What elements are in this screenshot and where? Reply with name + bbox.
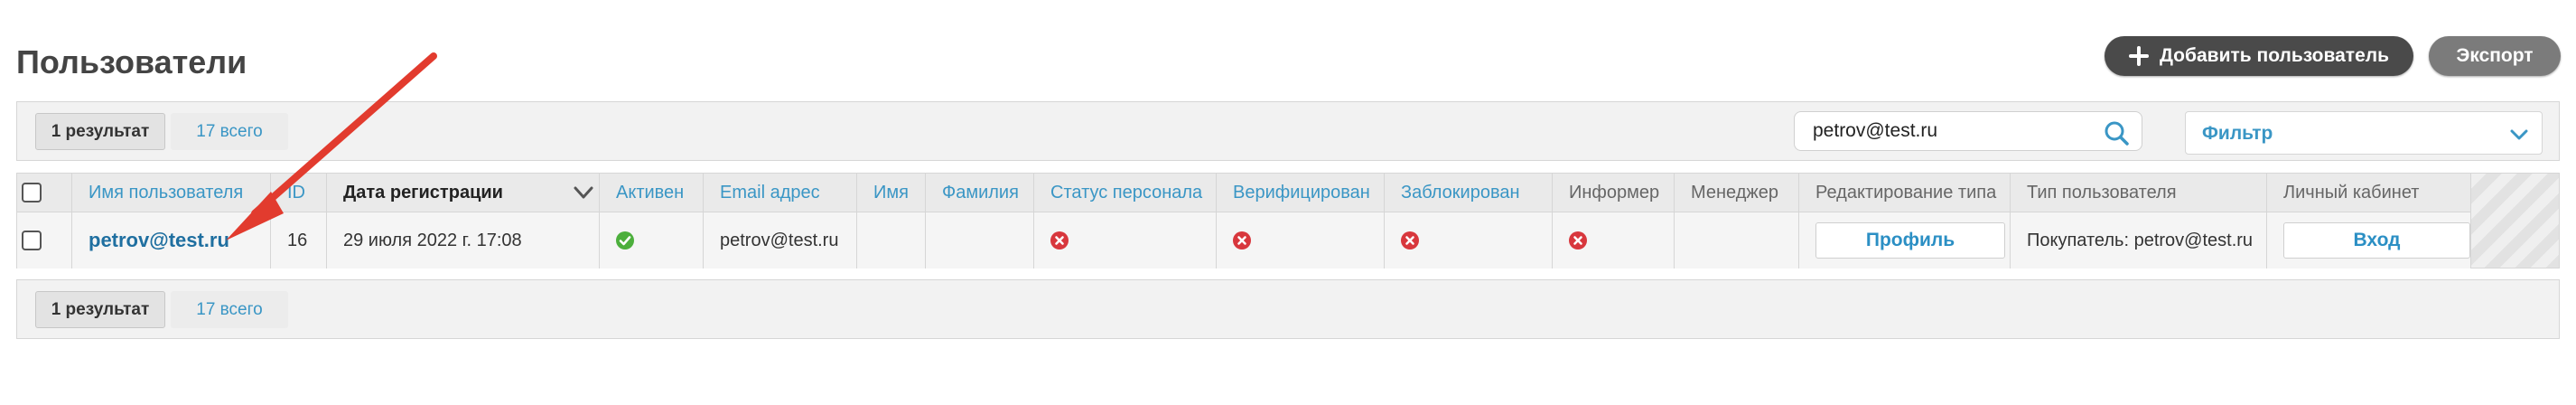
- x-circle-icon: [1233, 231, 1251, 250]
- export-button[interactable]: Экспорт: [2429, 36, 2561, 76]
- col-header-type-edit: Редактирование типа: [1798, 174, 2010, 212]
- show-all-link[interactable]: 17 всего: [171, 113, 288, 150]
- col-header-informer: Информер: [1552, 174, 1674, 212]
- verified-cell: [1216, 212, 1384, 268]
- result-count-badge: 1 результат: [35, 113, 165, 150]
- informer-cell: [1552, 212, 1674, 268]
- row-select-cell: [17, 212, 46, 268]
- result-count-badge: 1 результат: [35, 291, 165, 328]
- filter-dropdown[interactable]: Фильтр: [2185, 111, 2543, 155]
- last-name-cell: [925, 212, 1033, 268]
- filter-label: Фильтр: [2202, 123, 2273, 144]
- scroll-placeholder: [2470, 174, 2559, 268]
- col-header-blocked[interactable]: Заблокирован: [1384, 174, 1552, 212]
- plus-icon: [2128, 46, 2149, 66]
- col-header-cabinet: Личный кабинет: [2266, 174, 2470, 212]
- staff-status-cell: [1033, 212, 1216, 268]
- col-header-registered[interactable]: Дата регистрации: [326, 174, 599, 212]
- search-input[interactable]: [1811, 112, 2082, 150]
- results-toolbar-bottom: 1 результат 17 всего: [16, 279, 2560, 339]
- login-button[interactable]: Вход: [2283, 222, 2470, 259]
- select-all-cell: [17, 174, 46, 212]
- row-checkbox[interactable]: [22, 231, 42, 250]
- user-type-cell: Покупатель: petrov@test.ru: [2010, 212, 2266, 268]
- col-header-staff-status[interactable]: Статус персонала: [1033, 174, 1216, 212]
- first-name-cell: [856, 212, 925, 268]
- x-circle-icon: [1569, 231, 1587, 250]
- id-cell: 16: [270, 212, 326, 268]
- email-cell: petrov@test.ru: [703, 212, 856, 268]
- select-all-checkbox[interactable]: [22, 183, 42, 202]
- col-header-last-name[interactable]: Фамилия: [925, 174, 1033, 212]
- results-toolbar-top: 1 результат 17 всего Фильтр: [16, 101, 2560, 161]
- username-link[interactable]: petrov@test.ru: [71, 212, 270, 268]
- table-row: petrov@test.ru 16 29 июля 2022 г. 17:08 …: [17, 212, 2470, 268]
- sort-desc-icon[interactable]: [574, 185, 593, 200]
- search-icon[interactable]: [2104, 120, 2129, 146]
- add-user-label: Добавить пользователь: [2159, 45, 2390, 66]
- type-edit-cell: Профиль: [1798, 212, 2010, 268]
- x-circle-icon: [1401, 231, 1419, 250]
- search-box: [1794, 111, 2142, 151]
- check-circle-icon: [616, 231, 634, 250]
- blocked-cell: [1384, 212, 1552, 268]
- add-user-button[interactable]: Добавить пользователь: [2105, 36, 2413, 76]
- cabinet-cell: Вход: [2266, 212, 2470, 268]
- col-header-id[interactable]: ID: [270, 174, 326, 212]
- col-header-username[interactable]: Имя пользователя: [71, 174, 270, 212]
- x-circle-icon: [1050, 231, 1069, 250]
- registered-cell: 29 июля 2022 г. 17:08: [326, 212, 599, 268]
- profile-button[interactable]: Профиль: [1815, 222, 2005, 259]
- col-header-active[interactable]: Активен: [599, 174, 703, 212]
- col-header-registered-label: Дата регистрации: [343, 182, 503, 202]
- col-header-email[interactable]: Email адрес: [703, 174, 856, 212]
- table-header: Имя пользователя ID Дата регистрации Акт…: [17, 174, 2470, 212]
- users-admin-page: Пользователи Добавить пользователь Экспо…: [0, 0, 2576, 405]
- col-header-verified[interactable]: Верифицирован: [1216, 174, 1384, 212]
- chevron-down-icon: [2510, 129, 2528, 140]
- col-header-manager: Менеджер: [1674, 174, 1798, 212]
- users-table: Имя пользователя ID Дата регистрации Акт…: [16, 173, 2560, 268]
- manager-cell: [1674, 212, 1798, 268]
- col-header-first-name[interactable]: Имя: [856, 174, 925, 212]
- page-title: Пользователи: [16, 43, 247, 80]
- col-header-user-type: Тип пользователя: [2010, 174, 2266, 212]
- active-cell: [599, 212, 703, 268]
- show-all-link[interactable]: 17 всего: [171, 291, 288, 328]
